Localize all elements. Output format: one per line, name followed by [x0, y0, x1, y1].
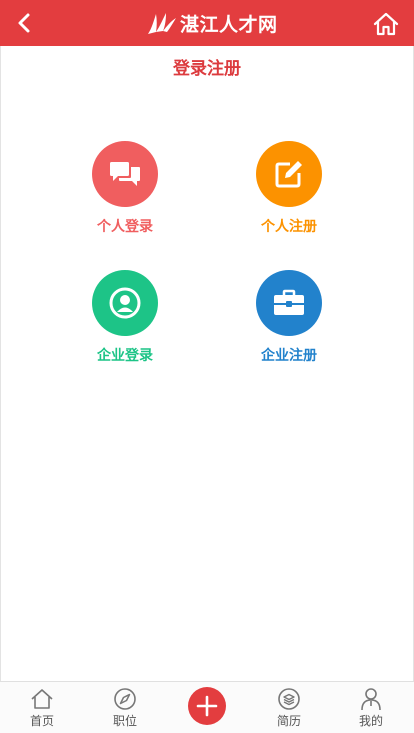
nav-item-jobs[interactable]: 职位: [95, 682, 155, 733]
personal-register-option[interactable]: 个人注册: [229, 141, 349, 236]
nav-label-resume: 简历: [276, 714, 301, 728]
company-register-circle: [256, 270, 322, 336]
personal-register-label: 个人注册: [261, 219, 317, 235]
nav-label-jobs: 职位: [112, 714, 137, 728]
personal-login-circle: [92, 141, 158, 207]
layers-icon: [278, 688, 300, 710]
nav-item-resume[interactable]: 简历: [259, 682, 319, 733]
company-register-option[interactable]: 企业注册: [229, 270, 349, 365]
person-icon: [361, 688, 381, 711]
edit-icon: [275, 161, 302, 188]
compass-icon: [114, 688, 136, 710]
site-brand[interactable]: 湛江人才网: [146, 8, 278, 38]
nav-item-home[interactable]: 首页: [12, 682, 72, 733]
nav-label-home: 首页: [29, 714, 54, 728]
plus-icon: [196, 695, 218, 717]
chat-bubbles-icon: [110, 162, 140, 186]
user-circle-icon: [109, 287, 141, 319]
top-bar: 湛江人才网: [0, 0, 414, 46]
home-button[interactable]: [372, 10, 400, 38]
briefcase-icon: [274, 289, 304, 315]
company-login-circle: [92, 270, 158, 336]
site-name: 湛江人才网: [180, 13, 278, 36]
personal-login-label: 个人登录: [97, 219, 153, 235]
back-button[interactable]: [10, 9, 38, 37]
nav-item-mine[interactable]: 我的: [341, 682, 401, 733]
company-register-label: 企业注册: [261, 348, 317, 364]
company-login-option[interactable]: 企业登录: [65, 270, 185, 365]
company-login-label: 企业登录: [97, 348, 153, 364]
home-outline-icon: [31, 689, 53, 709]
page-title: 登录注册: [173, 59, 241, 79]
home-icon: [373, 12, 399, 36]
personal-register-circle: [256, 141, 322, 207]
personal-login-option[interactable]: 个人登录: [65, 141, 185, 236]
publish-button[interactable]: [188, 687, 226, 725]
site-logo-icon: [148, 13, 176, 34]
nav-label-mine: 我的: [358, 714, 383, 728]
app-frame: [0, 0, 414, 733]
back-arrow-icon: [18, 13, 30, 33]
